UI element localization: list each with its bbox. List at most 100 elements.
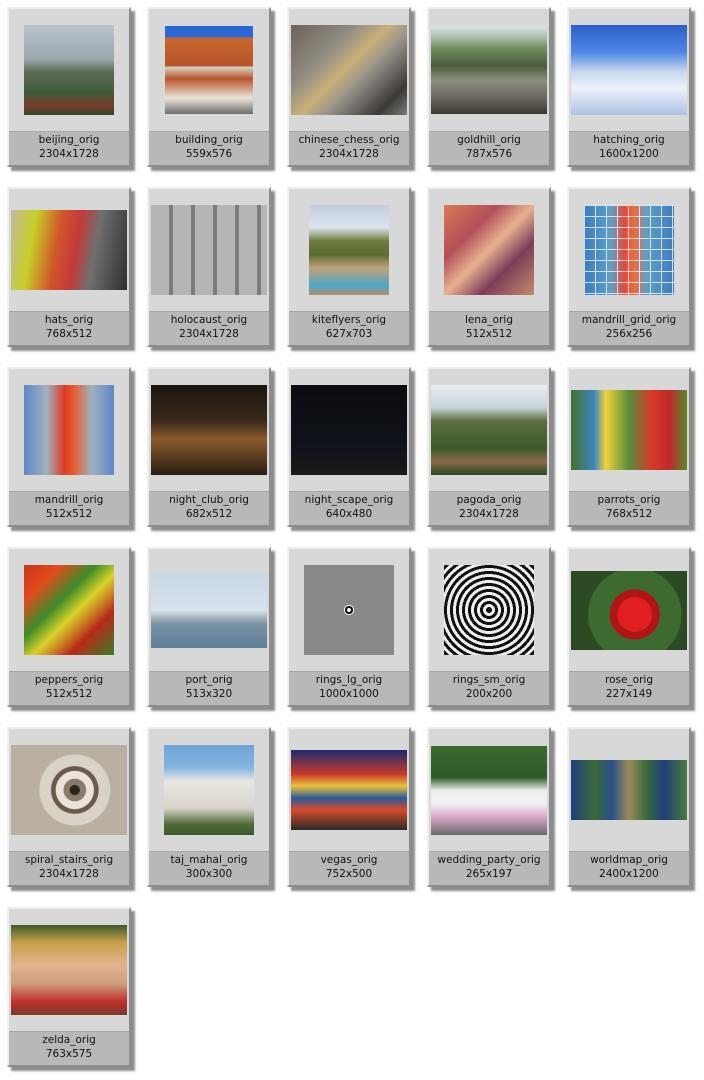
thumbnail-image[interactable]: [431, 26, 547, 114]
thumbnail-frame: [11, 911, 127, 1029]
thumbnail-card[interactable]: zelda_orig 763x575: [7, 907, 131, 1067]
image-dimensions: 2304x1728: [459, 508, 519, 520]
thumbnail-image[interactable]: [164, 745, 254, 835]
thumbnail-image[interactable]: [444, 205, 534, 295]
image-dimensions: 512x512: [45, 508, 93, 520]
image-dimensions: 300x300: [185, 868, 233, 880]
image-name: holocaust_orig: [170, 314, 248, 326]
thumbnail-card[interactable]: worldmap_orig 2400x1200: [567, 727, 691, 887]
thumbnail-frame: [151, 371, 267, 489]
thumbnail-card[interactable]: beijing_orig 2304x1728: [7, 7, 131, 167]
thumbnail-card[interactable]: parrots_orig 768x512: [567, 367, 691, 527]
thumbnail-image[interactable]: [291, 385, 407, 475]
thumbnail-image[interactable]: [571, 25, 687, 115]
thumbnail-card[interactable]: rose_orig 227x149: [567, 547, 691, 707]
image-dimensions: 2304x1728: [179, 328, 239, 340]
image-name: spiral_stairs_orig: [24, 854, 114, 866]
thumbnail-card[interactable]: peppers_orig 512x512: [7, 547, 131, 707]
image-dimensions: 768x512: [45, 328, 93, 340]
thumbnail-image[interactable]: [24, 565, 114, 655]
thumbnail-card[interactable]: holocaust_orig 2304x1728: [147, 187, 271, 347]
image-name: parrots_orig: [597, 494, 661, 506]
thumbnail-image[interactable]: [165, 26, 253, 114]
thumbnail-card[interactable]: port_orig 513x320: [147, 547, 271, 707]
thumbnail-image[interactable]: [431, 385, 547, 475]
thumbnail-card[interactable]: wedding_party_orig 265x197: [427, 727, 551, 887]
image-dimensions: 513x320: [185, 688, 233, 700]
thumbnail-card[interactable]: goldhill_orig 787x576: [427, 7, 551, 167]
thumbnail-frame: [571, 551, 687, 669]
thumbnail-caption: chinese_chess_orig 2304x1728: [289, 131, 409, 165]
thumbnail-image[interactable]: [151, 385, 267, 475]
thumbnail-caption: peppers_orig 512x512: [9, 671, 129, 705]
thumbnail-caption: rings_lg_orig 1000x1000: [289, 671, 409, 705]
thumbnail-card[interactable]: mandrill_grid_orig 256x256: [567, 187, 691, 347]
thumbnail-frame: [571, 371, 687, 489]
thumbnail-image[interactable]: [584, 205, 674, 295]
thumbnail-frame: [151, 11, 267, 129]
thumbnail-image[interactable]: [571, 390, 687, 470]
thumbnail-card[interactable]: spiral_stairs_orig 2304x1728: [7, 727, 131, 887]
thumbnail-frame: [431, 551, 547, 669]
image-dimensions: 763x575: [45, 1048, 93, 1060]
thumbnail-frame: [11, 191, 127, 309]
thumbnail-image[interactable]: [151, 205, 267, 295]
thumbnail-card[interactable]: building_orig 559x576: [147, 7, 271, 167]
thumbnail-image[interactable]: [151, 572, 267, 648]
image-dimensions: 200x200: [465, 688, 513, 700]
thumbnail-image[interactable]: [309, 205, 389, 295]
thumbnail-image[interactable]: [11, 210, 127, 290]
thumbnail-card[interactable]: pagoda_orig 2304x1728: [427, 367, 551, 527]
image-name: mandrill_orig: [34, 494, 104, 506]
thumbnail-card[interactable]: taj_mahal_orig 300x300: [147, 727, 271, 887]
thumbnail-frame: [571, 11, 687, 129]
thumbnail-card[interactable]: lena_orig 512x512: [427, 187, 551, 347]
image-dimensions: 1600x1200: [599, 148, 659, 160]
thumbnail-caption: pagoda_orig 2304x1728: [429, 491, 549, 525]
thumbnail-image[interactable]: [304, 565, 394, 655]
thumbnail-card[interactable]: rings_sm_orig 200x200: [427, 547, 551, 707]
image-name: building_orig: [175, 134, 243, 146]
thumbnail-image[interactable]: [291, 750, 407, 830]
thumbnail-card[interactable]: kiteflyers_orig 627x703: [287, 187, 411, 347]
image-name: lena_orig: [464, 314, 514, 326]
image-name: peppers_orig: [34, 674, 104, 686]
thumbnail-image[interactable]: [11, 925, 127, 1015]
thumbnail-card[interactable]: night_scape_orig 640x480: [287, 367, 411, 527]
thumbnail-frame: [11, 11, 127, 129]
image-name: goldhill_orig: [457, 134, 521, 146]
thumbnail-caption: worldmap_orig 2400x1200: [569, 851, 689, 885]
thumbnail-image[interactable]: [431, 745, 547, 835]
thumbnail-image[interactable]: [24, 25, 114, 115]
image-name: rings_lg_orig: [315, 674, 383, 686]
image-name: rose_orig: [604, 674, 653, 686]
thumbnail-card[interactable]: chinese_chess_orig 2304x1728: [287, 7, 411, 167]
thumbnail-frame: [431, 371, 547, 489]
thumbnail-frame: [11, 371, 127, 489]
thumbnail-card[interactable]: rings_lg_orig 1000x1000: [287, 547, 411, 707]
thumbnail-image[interactable]: [444, 565, 534, 655]
thumbnail-image[interactable]: [571, 760, 687, 820]
thumbnail-image[interactable]: [291, 25, 407, 115]
thumbnail-image[interactable]: [571, 570, 687, 650]
thumbnail-caption: mandrill_orig 512x512: [9, 491, 129, 525]
thumbnail-card[interactable]: hatching_orig 1600x1200: [567, 7, 691, 167]
image-dimensions: 559x576: [185, 148, 233, 160]
thumbnail-frame: [151, 191, 267, 309]
image-name: kiteflyers_orig: [311, 314, 387, 326]
image-dimensions: 512x512: [45, 688, 93, 700]
thumbnail-image[interactable]: [11, 745, 127, 835]
thumbnail-caption: wedding_party_orig 265x197: [429, 851, 549, 885]
thumbnail-card[interactable]: mandrill_orig 512x512: [7, 367, 131, 527]
image-name: wedding_party_orig: [437, 854, 541, 866]
thumbnail-card[interactable]: night_club_orig 682x512: [147, 367, 271, 527]
thumbnail-caption: lena_orig 512x512: [429, 311, 549, 345]
thumbnail-caption: beijing_orig 2304x1728: [9, 131, 129, 165]
thumbnail-frame: [151, 551, 267, 669]
image-name: pagoda_orig: [456, 494, 522, 506]
thumbnail-card[interactable]: hats_orig 768x512: [7, 187, 131, 347]
thumbnail-card[interactable]: vegas_orig 752x500: [287, 727, 411, 887]
thumbnail-image[interactable]: [24, 385, 114, 475]
thumbnail-frame: [571, 731, 687, 849]
image-name: hatching_orig: [593, 134, 665, 146]
